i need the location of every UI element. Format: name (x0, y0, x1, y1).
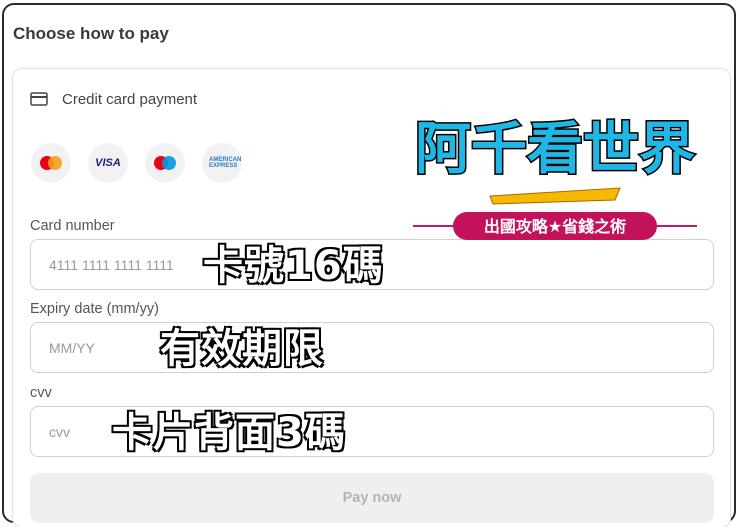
watermark-title: 阿千看世界 (415, 117, 695, 182)
maestro-icon (145, 143, 185, 183)
amex-text: AMERICAN EXPRESS (209, 157, 242, 169)
expiry-date-input[interactable] (30, 322, 714, 373)
pay-now-button[interactable]: Pay now (30, 473, 714, 523)
amex-icon: AMERICAN EXPRESS (202, 143, 242, 183)
visa-text: VISA (95, 157, 121, 169)
credit-card-icon (30, 92, 48, 106)
expiry-date-label: Expiry date (mm/yy) (30, 301, 159, 317)
payment-method-header: Credit card payment (30, 89, 197, 109)
cvv-label: cvv (30, 385, 52, 401)
cvv-annotation: 卡片背面3碼 (111, 409, 346, 457)
card-brand-logos: VISA AMERICAN EXPRESS (31, 143, 259, 183)
watermark-subtitle: 出國攻略★省錢之術 (484, 217, 626, 236)
expiry-annotation: 有效期限 (159, 325, 324, 373)
payment-method-label: Credit card payment (62, 90, 198, 108)
visa-icon: VISA (88, 143, 128, 183)
watermark-logo: 阿千看世界 出國攻略★省錢之術 (405, 96, 705, 246)
card-number-label: Card number (30, 218, 115, 234)
page-title: Choose how to pay (13, 24, 169, 43)
card-number-annotation: 卡號16碼 (202, 242, 384, 290)
airplane-icon (489, 187, 621, 205)
mastercard-icon (31, 143, 71, 183)
